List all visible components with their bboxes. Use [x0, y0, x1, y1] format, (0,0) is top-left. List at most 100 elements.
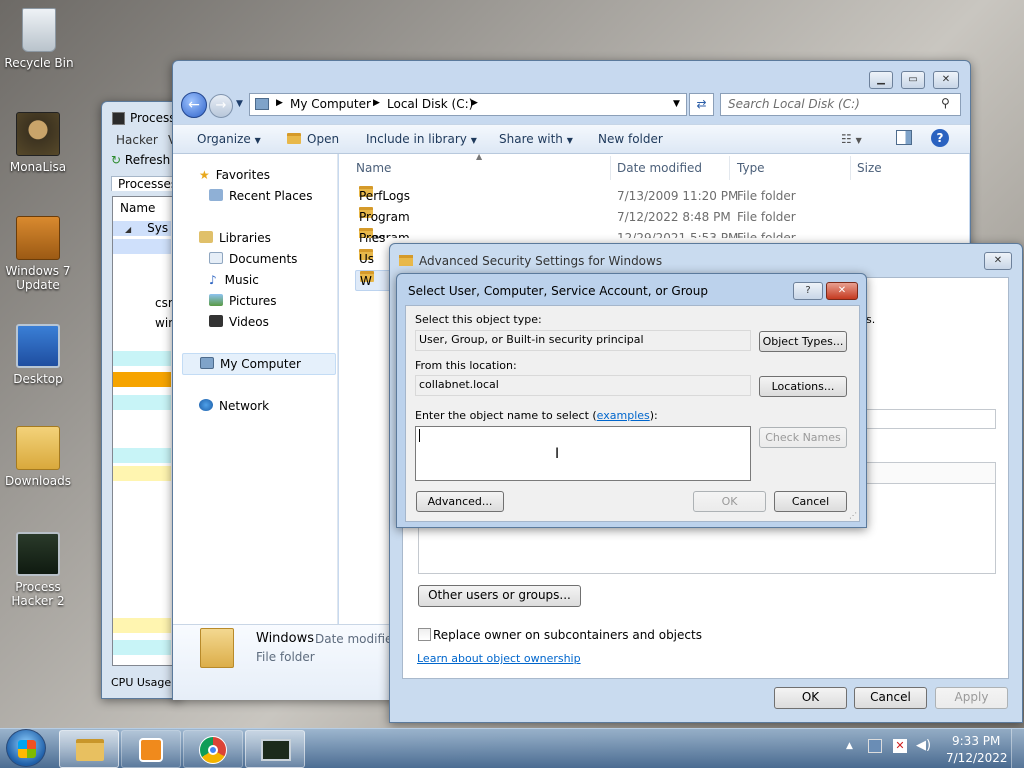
address-dropdown-icon[interactable]: ▼	[673, 99, 680, 109]
menu-hacker[interactable]: Hacker	[116, 133, 158, 147]
table-row[interactable]	[113, 239, 171, 254]
table-row[interactable]: csr	[113, 296, 173, 311]
desktop-icon-label: Desktop	[13, 372, 63, 386]
action-center-icon[interactable]: ✕	[893, 739, 907, 753]
nav-network[interactable]: Network	[199, 398, 269, 414]
desktop-icon-desktop[interactable]: Desktop	[0, 324, 76, 386]
breadcrumb-separator-icon: ▶	[471, 98, 478, 108]
search-input[interactable]: Search Local Disk (C:) ⚲	[720, 93, 961, 116]
media-player-icon	[139, 738, 163, 762]
replace-owner-label[interactable]: Replace owner on subcontainers and objec…	[433, 628, 702, 642]
examples-link[interactable]: examples	[597, 409, 650, 422]
column-header-size[interactable]: Size	[857, 161, 882, 175]
maximize-button[interactable]: ▭	[901, 71, 925, 89]
owner-field	[866, 409, 996, 429]
column-header-name[interactable]: Name	[356, 161, 391, 175]
cancel-button[interactable]: Cancel	[854, 687, 927, 709]
nav-videos[interactable]: Videos	[209, 314, 269, 330]
table-row[interactable]	[113, 351, 171, 366]
forward-button[interactable]: →	[209, 94, 233, 118]
help-button[interactable]: ?	[793, 282, 823, 300]
file-row[interactable]: PerfLogs 7/13/2009 11:20 PM File folder	[355, 186, 966, 207]
back-button[interactable]: ←	[181, 92, 207, 118]
desktop-icon-process-hacker[interactable]: Process Hacker 2	[0, 532, 76, 608]
chevron-down-icon: ▼	[566, 136, 573, 145]
table-row[interactable]	[113, 466, 171, 481]
taskbar-explorer[interactable]	[59, 730, 119, 768]
close-button[interactable]: ✕	[826, 282, 858, 300]
file-row[interactable]: Program Files 7/12/2022 8:48 PM File folde…	[355, 207, 966, 245]
breadcrumb-my-computer[interactable]: My Computer	[290, 97, 371, 111]
table-row[interactable]	[113, 372, 171, 387]
address-bar[interactable]: ▶ My Computer ▶ Local Disk (C:) ▶ ▼	[249, 93, 687, 116]
help-icon[interactable]: ?	[931, 129, 949, 147]
recent-pages-dropdown[interactable]: ▼	[236, 99, 243, 109]
table-row[interactable]	[113, 448, 171, 463]
search-icon[interactable]: ⚲	[941, 96, 950, 110]
taskbar-media-player[interactable]	[121, 730, 181, 768]
start-button[interactable]	[6, 729, 46, 767]
nav-music[interactable]: ♪ Music	[209, 272, 259, 288]
cancel-button[interactable]: Cancel	[774, 491, 847, 512]
table-row[interactable]	[113, 640, 171, 655]
nav-favorites[interactable]: ★ Favorites	[199, 167, 270, 183]
column-header-type[interactable]: Type	[737, 161, 765, 175]
folder-large-icon	[200, 628, 234, 668]
view-options-icon[interactable]: ☷ ▼	[841, 131, 862, 149]
computer-icon	[200, 357, 214, 369]
close-button[interactable]: ✕	[984, 252, 1012, 270]
new-folder-button[interactable]: New folder	[598, 131, 663, 147]
organize-menu[interactable]: Organize ▼	[197, 131, 261, 149]
share-with-menu[interactable]: Share with ▼	[499, 131, 573, 149]
recycle-bin-icon	[22, 8, 56, 52]
nav-my-computer[interactable]: My Computer	[182, 353, 336, 375]
show-hidden-icons[interactable]: ▲	[846, 741, 853, 751]
resize-grip-icon[interactable]: ⋰	[849, 511, 857, 520]
table-row[interactable]: ◢ Sys	[113, 221, 171, 236]
table-row[interactable]	[113, 618, 171, 633]
locations-button[interactable]: Locations...	[759, 376, 847, 397]
open-button[interactable]: Open	[287, 131, 339, 147]
file-row[interactable]: Program Files (x86)12/29/2021 5:53 PMFil…	[355, 228, 966, 238]
close-button[interactable]: ✕	[933, 71, 959, 89]
refresh-button[interactable]: ↻ Refresh	[111, 153, 170, 167]
nav-libraries[interactable]: Libraries	[199, 230, 271, 246]
forward-arrow-icon: →	[215, 98, 227, 113]
replace-owner-checkbox[interactable]	[418, 628, 431, 641]
breadcrumb-local-disk[interactable]: Local Disk (C:)	[387, 97, 473, 111]
nav-documents[interactable]: Documents	[209, 251, 297, 267]
include-in-library-menu[interactable]: Include in library ▼	[366, 131, 477, 149]
desktop-icon-windows7-update[interactable]: Windows 7 Update	[0, 216, 76, 292]
object-type-field: User, Group, or Built-in security princi…	[415, 330, 751, 351]
nav-recent-places[interactable]: Recent Places	[209, 188, 312, 204]
table-row[interactable]: win	[113, 316, 176, 331]
learn-ownership-link[interactable]: Learn about object ownership	[417, 652, 581, 665]
desktop-icon-monalisa[interactable]: MonaLisa	[0, 112, 76, 174]
desktop-icon-recycle-bin[interactable]: Recycle Bin	[1, 8, 77, 70]
ok-button[interactable]: OK	[774, 687, 847, 709]
volume-icon[interactable]: ◀)	[916, 738, 931, 753]
close-icon: ✕	[837, 285, 847, 296]
breadcrumb-separator-icon: ▶	[276, 98, 283, 108]
other-users-groups-button[interactable]: Other users or groups...	[418, 585, 581, 607]
taskbar-chrome[interactable]	[183, 730, 243, 768]
desktop-icon-downloads[interactable]: Downloads	[0, 426, 76, 488]
network-tray-icon[interactable]	[868, 739, 882, 753]
table-row[interactable]	[113, 395, 171, 410]
select-user-dialog[interactable]: Select User, Computer, Service Account, …	[396, 273, 867, 528]
nav-pictures[interactable]: Pictures	[209, 293, 277, 309]
column-header-date[interactable]: Date modified	[617, 161, 702, 175]
object-types-button[interactable]: Object Types...	[759, 331, 847, 352]
taskbar-process-hacker[interactable]	[245, 730, 305, 768]
preview-pane-icon[interactable]	[896, 130, 912, 145]
refresh-address-button[interactable]: ⇄	[689, 93, 714, 116]
show-desktop-button[interactable]	[1011, 729, 1024, 768]
column-header-name[interactable]: Name	[120, 201, 155, 215]
clock-time[interactable]: 9:33 PM	[952, 734, 1000, 748]
clock-date[interactable]: 7/12/2022	[946, 751, 1008, 765]
check-names-button: Check Names	[759, 427, 847, 448]
ok-button: OK	[693, 491, 766, 512]
object-name-input[interactable]	[415, 426, 751, 481]
minimize-button[interactable]: ▁	[869, 71, 893, 89]
advanced-button[interactable]: Advanced...	[416, 491, 504, 512]
